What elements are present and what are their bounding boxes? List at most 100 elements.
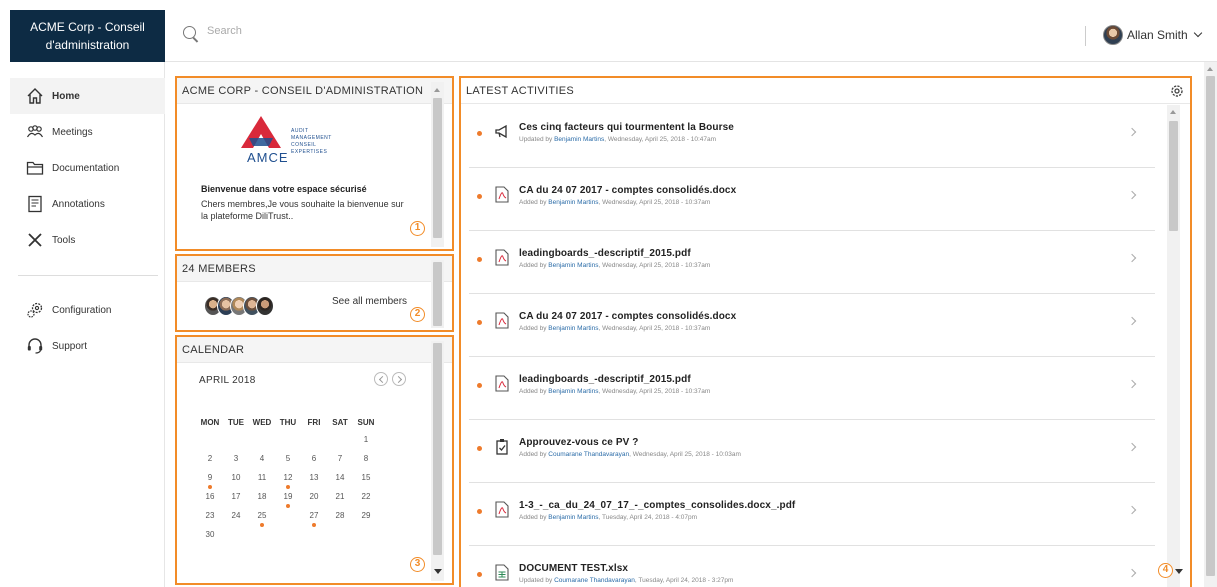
weekday-label: THU [279,418,297,427]
activity-date: , Wednesday, April 25, 2018 - 10:37am [598,199,711,206]
user-menu[interactable]: Allan Smith [1103,24,1202,46]
calendar-day[interactable]: 16 [199,489,221,505]
unread-dot [477,383,482,388]
activity-meta: Updated by Benjamin Martins, Wednesday, … [519,136,716,143]
author-link[interactable]: Benjamin Martins [548,199,598,206]
sidebar-item-documentation[interactable]: Documentation [10,150,165,186]
activity-row[interactable]: CA du 24 07 2017 - comptes consolidés.do… [469,168,1155,231]
activity-row[interactable]: leadingboards_-descriptif_2015.pdf Added … [469,357,1155,420]
panel-title: ACME CORP - CONSEIL D'ADMINISTRATION [177,78,452,104]
sidebar-item-label: Annotations [52,198,105,210]
panel-title: 24 MEMBERS [177,256,452,282]
scroll-thumb[interactable] [433,98,442,238]
company-logo: AMCE AUDIT MANAGEMENT CONSEIL EXPERTISES [229,114,389,166]
calendar-prev-button[interactable] [374,372,388,386]
activity-action: Added by [519,514,547,521]
author-link[interactable]: Benjamin Martins [548,388,598,395]
meetings-icon [26,125,44,138]
page-scrollbar[interactable] [1204,62,1217,587]
calendar-next-button[interactable] [392,372,406,386]
author-link[interactable]: Coumarane Thandavarayan [554,577,635,584]
calendar-day[interactable]: 24 [225,508,247,524]
activity-row[interactable]: CA du 24 07 2017 - comptes consolidés.do… [469,294,1155,357]
activity-row[interactable]: DOCUMENT TEST.xlsx Updated by Coumarane T… [469,546,1155,587]
marker-badge: 3 [410,557,425,572]
activity-title: Approuvez-vous ce PV ? [519,437,639,448]
pdf-icon [495,249,509,266]
sidebar-item-tools[interactable]: Tools [10,222,165,258]
calendar-day[interactable]: 23 [199,508,221,524]
scroll-up-icon[interactable] [1207,67,1213,71]
brand-title[interactable]: ACME Corp - Conseil d'administration [10,10,165,62]
calendar-day[interactable]: 27 [303,508,325,524]
calendar-day[interactable]: 19 [277,489,299,505]
calendar-day[interactable]: 9 [199,470,221,486]
settings-gear-icon[interactable] [1170,84,1184,98]
calendar-day[interactable]: 25 [251,508,273,524]
calendar-day[interactable]: 18 [251,489,273,505]
calendar-day[interactable]: 5 [277,451,299,467]
calendar-day[interactable]: 12 [277,470,299,486]
scrollbar[interactable] [431,260,444,328]
member-avatar[interactable] [256,296,274,316]
scrollbar[interactable] [431,82,444,247]
calendar-day[interactable]: 17 [225,489,247,505]
calendar-day[interactable]: 28 [329,508,351,524]
activity-row[interactable]: 1-3_-_ca_du_24_07_17_-_comptes_consolide… [469,483,1155,546]
calendar-day[interactable]: 22 [355,489,377,505]
calendar-day[interactable]: 15 [355,470,377,486]
sidebar-item-support[interactable]: Support [10,328,165,364]
scroll-thumb[interactable] [1169,121,1178,231]
calendar-day[interactable]: 6 [303,451,325,467]
calendar-day[interactable]: 21 [329,489,351,505]
scroll-up-icon[interactable] [1170,110,1176,114]
unread-dot [477,131,482,136]
calendar-day[interactable]: 13 [303,470,325,486]
scroll-thumb[interactable] [1206,76,1215,576]
sidebar-item-home[interactable]: Home [10,78,165,114]
sidebar-item-annotations[interactable]: Annotations [10,186,165,222]
scroll-thumb[interactable] [433,343,442,555]
weekday-label: WED [252,418,272,427]
author-link[interactable]: Coumarane Thandavarayan [548,451,629,458]
activity-meta: Added by Benjamin Martins, Wednesday, Ap… [519,199,710,206]
calendar-day[interactable]: 29 [355,508,377,524]
scroll-down-icon[interactable] [1175,569,1183,574]
author-link[interactable]: Benjamin Martins [548,262,598,269]
calendar-day[interactable]: 2 [199,451,221,467]
search-icon[interactable] [183,26,196,39]
author-link[interactable]: Benjamin Martins [554,136,604,143]
calendar-day[interactable]: 14 [329,470,351,486]
see-all-members-link[interactable]: See all members [332,296,407,307]
scroll-down-icon[interactable] [434,569,442,574]
calendar-day[interactable]: 20 [303,489,325,505]
author-link[interactable]: Benjamin Martins [548,514,598,521]
calendar-day-today[interactable]: 26 [277,507,299,524]
logo-line: CONSEIL [291,142,316,148]
calendar-month: APRIL 2018 [199,375,256,386]
calendar-day[interactable]: 10 [225,470,247,486]
user-name: Allan Smith [1127,28,1188,42]
scroll-thumb[interactable] [433,262,442,326]
activity-row[interactable]: Ces cinq facteurs qui tourmentent la Bou… [469,105,1155,168]
sidebar-item-configuration[interactable]: Configuration [10,292,165,328]
sidebar-item-meetings[interactable]: Meetings [10,114,165,150]
calendar-day[interactable]: 8 [355,451,377,467]
activity-row[interactable]: leadingboards_-descriptif_2015.pdf Added … [469,231,1155,294]
calendar-day[interactable]: 4 [251,451,273,467]
calendar-day[interactable]: 1 [355,432,377,448]
calendar-day[interactable]: 30 [199,527,221,543]
activity-row[interactable]: Approuvez-vous ce PV ? Added by Coumarane… [469,420,1155,483]
calendar-day[interactable]: 11 [251,470,273,486]
sidebar-item-label: Home [52,90,80,102]
scrollbar[interactable] [1167,105,1180,587]
scrollbar[interactable] [431,341,444,581]
activity-date: , Wednesday, April 25, 2018 - 10:37am [598,388,711,395]
author-link[interactable]: Benjamin Martins [548,325,598,332]
calendar-day[interactable]: 3 [225,451,247,467]
calendar-day[interactable]: 7 [329,451,351,467]
chevron-left-icon [378,375,387,384]
scroll-up-icon[interactable] [434,88,440,92]
search-input[interactable] [207,25,607,37]
activity-action: Added by [519,388,547,395]
